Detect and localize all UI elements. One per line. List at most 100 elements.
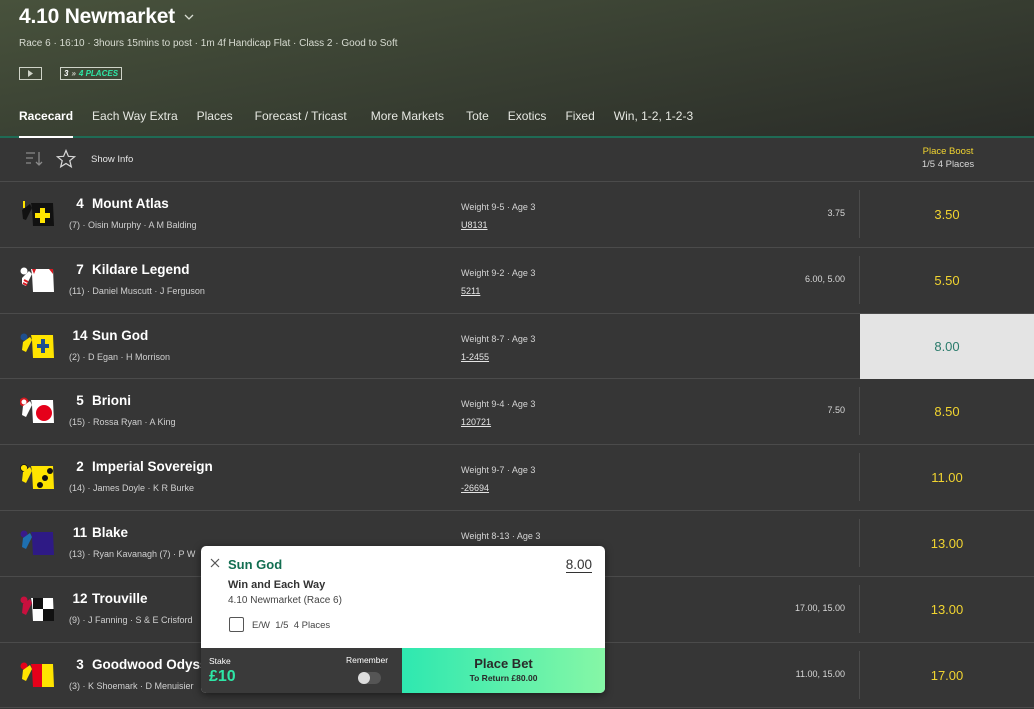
runner-number: 3 bbox=[76, 656, 84, 672]
places-badge-label: 4 PLACES bbox=[78, 69, 119, 78]
previous-odds: 6.00, 5.00 bbox=[804, 273, 845, 284]
odds-button[interactable]: 3.50 bbox=[860, 182, 1034, 247]
runner-row: 14 Sun God (2) · D Egan · H Morrison Wei… bbox=[0, 313, 1034, 380]
jockey-silk-icon bbox=[19, 397, 56, 425]
race-header: 4.10 Newmarket Race 6 · 16:10 · 3hours 1… bbox=[0, 0, 1034, 139]
odds-button[interactable]: 13.00 bbox=[860, 577, 1034, 642]
runner-number: 11 bbox=[72, 524, 88, 540]
runner-name-link[interactable]: 7 Kildare Legend bbox=[69, 261, 189, 277]
runner-connections: (7) · Oisin Murphy · A M Balding bbox=[69, 220, 197, 230]
runner-connections: (14) · James Doyle · K R Burke bbox=[69, 483, 195, 494]
favourite-star-icon[interactable] bbox=[56, 149, 76, 169]
runner-row: 2 Imperial Sovereign (14) · James Doyle … bbox=[0, 445, 1034, 511]
jockey-silk-icon bbox=[20, 529, 56, 557]
race-info: Race 6 · 16:10 · 3hours 15mins to post ·… bbox=[19, 38, 398, 49]
watch-stream-button[interactable] bbox=[19, 67, 42, 80]
market-tabs: Racecard Each Way Extra Places Forecast … bbox=[19, 101, 712, 139]
stake-label: Stake bbox=[209, 656, 231, 666]
event-name: 4.10 Newmarket (Race 6) bbox=[228, 595, 342, 606]
runner-connections: (3) · K Shoemark · D Menuisier bbox=[69, 680, 194, 691]
odds-button[interactable]: 13.00 bbox=[860, 511, 1034, 576]
stake-input[interactable]: £10 bbox=[209, 668, 236, 686]
place-bet-label: Place Bet bbox=[474, 656, 533, 671]
to-return-amount: To Return £80.00 bbox=[469, 673, 538, 683]
place-boost-terms: 1/5 4 Places bbox=[921, 159, 975, 170]
each-way-checkbox[interactable] bbox=[229, 617, 244, 632]
form-link[interactable]: -26694 bbox=[461, 483, 489, 493]
runner-name-link[interactable]: 3 Goodwood Odyssey bbox=[69, 656, 222, 672]
tab-tote[interactable]: Tote bbox=[466, 101, 489, 138]
form-link[interactable]: U8131 bbox=[461, 220, 488, 230]
previous-odds: 17.00, 15.00 bbox=[794, 602, 845, 613]
close-icon[interactable] bbox=[210, 558, 220, 568]
weight-age: Weight 9-2 · Age 3 bbox=[461, 267, 536, 278]
remember-toggle[interactable] bbox=[358, 672, 381, 684]
tab-racecard[interactable]: Racecard bbox=[19, 101, 74, 139]
tab-fixed[interactable]: Fixed bbox=[565, 101, 594, 138]
horse-name: Sun God bbox=[92, 327, 149, 343]
horse-name: Trouville bbox=[92, 590, 148, 606]
jockey-silk-icon bbox=[20, 266, 56, 294]
tab-forecast-tricast[interactable]: Forecast / Tricast bbox=[255, 101, 347, 138]
remember-label: Remember bbox=[346, 655, 389, 665]
jockey-silk-icon bbox=[20, 463, 56, 491]
odds-button[interactable]: 11.00 bbox=[860, 445, 1034, 510]
runner-connections: (11) · Daniel Muscutt · J Ferguson bbox=[69, 285, 205, 296]
weight-age: Weight 9-4 · Age 3 bbox=[461, 399, 536, 410]
jockey-silk-icon bbox=[20, 200, 56, 228]
runner-name-link[interactable]: 11 Blake bbox=[69, 525, 128, 540]
odds-button[interactable]: 8.50 bbox=[860, 379, 1034, 444]
runner-name-link[interactable]: 14 Sun God bbox=[69, 328, 148, 343]
show-info-toggle[interactable]: Show Info bbox=[91, 154, 133, 165]
quick-betslip: Sun God 8.00 Win and Each Way 4.10 Newma… bbox=[201, 546, 605, 693]
runner-number: 12 bbox=[72, 590, 88, 606]
places-badge: 3 » 4 PLACES bbox=[60, 67, 123, 80]
places-badge-number: 3 bbox=[64, 69, 69, 78]
runner-number: 14 bbox=[72, 327, 88, 343]
selection-odds[interactable]: 8.00 bbox=[565, 557, 592, 573]
runner-name-link[interactable]: 5 Brioni bbox=[69, 393, 131, 408]
double-chevron-icon: » bbox=[71, 69, 76, 78]
tab-places[interactable]: Places bbox=[197, 101, 233, 138]
chevron-down-icon[interactable] bbox=[183, 11, 195, 23]
runner-row: 4 Mount Atlas (7) · Oisin Murphy · A M B… bbox=[0, 182, 1034, 248]
horse-name: Brioni bbox=[92, 393, 131, 409]
runner-number: 4 bbox=[76, 196, 84, 211]
form-link[interactable]: 1-2455 bbox=[461, 352, 489, 362]
previous-odds: 7.50 bbox=[827, 405, 845, 416]
form-link[interactable]: 120721 bbox=[461, 417, 491, 427]
previous-odds: 3.75 bbox=[827, 208, 845, 218]
tab-each-way-extra[interactable]: Each Way Extra bbox=[92, 101, 178, 138]
tab-more-markets[interactable]: More Markets bbox=[371, 101, 444, 138]
weight-age: Weight 9-7 · Age 3 bbox=[461, 465, 536, 476]
odds-button[interactable]: 17.00 bbox=[860, 643, 1034, 708]
form-link[interactable]: 5211 bbox=[461, 286, 480, 296]
runner-number: 2 bbox=[76, 459, 84, 475]
race-title-row[interactable]: 4.10 Newmarket bbox=[19, 5, 195, 29]
runner-name-link[interactable]: 4 Mount Atlas bbox=[69, 196, 169, 211]
weight-age: Weight 8-13 · Age 3 bbox=[461, 530, 541, 541]
place-bet-button[interactable]: Place Bet To Return £80.00 bbox=[402, 648, 605, 693]
tab-exotics[interactable]: Exotics bbox=[508, 101, 547, 138]
tab-win-123[interactable]: Win, 1-2, 1-2-3 bbox=[614, 101, 693, 138]
runner-connections: (13) · Ryan Kavanagh (7) · P W bbox=[69, 548, 196, 559]
odds-button[interactable]: 8.00 bbox=[860, 313, 1034, 379]
runner-name-link[interactable]: 2 Imperial Sovereign bbox=[69, 459, 213, 474]
runner-row: 5 Brioni (15) · Rossa Ryan · A King Weig… bbox=[0, 379, 1034, 446]
runner-connections: (9) · J Fanning · S & E Crisford bbox=[69, 614, 193, 625]
runner-connections: (2) · D Egan · H Morrison bbox=[69, 351, 171, 362]
runner-number: 7 bbox=[76, 261, 84, 277]
each-way-terms: E/W 1/5 4 Places bbox=[252, 620, 331, 631]
sort-icon[interactable] bbox=[25, 150, 45, 168]
jockey-silk-icon bbox=[20, 595, 56, 623]
place-boost-title: Place Boost bbox=[922, 146, 974, 157]
play-icon bbox=[28, 70, 33, 77]
runner-name-link[interactable]: 12 Trouville bbox=[69, 590, 148, 606]
jockey-silk-icon bbox=[20, 332, 56, 360]
stake-area: Stake £10 Remember bbox=[201, 648, 402, 693]
runner-number: 5 bbox=[76, 393, 84, 409]
race-title: 4.10 Newmarket bbox=[19, 5, 175, 28]
place-boost-header: Place Boost 1/5 4 Places bbox=[862, 146, 1034, 170]
horse-name: Blake bbox=[92, 524, 129, 540]
odds-button[interactable]: 5.50 bbox=[860, 248, 1034, 313]
